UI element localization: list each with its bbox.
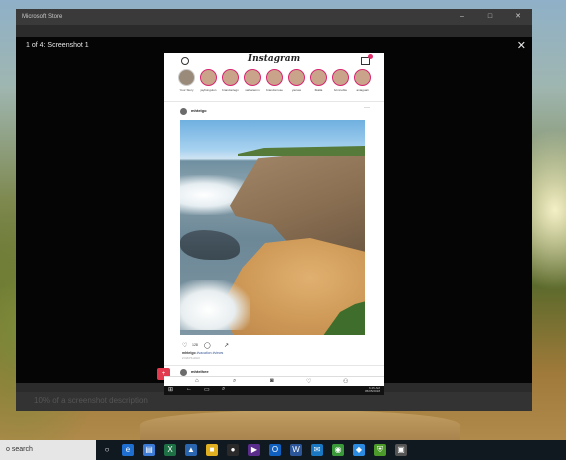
- app-title: Microsoft Store: [22, 14, 63, 20]
- dimmed-text: 10% of a screenshot description: [34, 396, 148, 405]
- story-name: fikalla: [314, 88, 323, 92]
- post-date: 2 DAYS AGO: [182, 356, 200, 360]
- stories-row: Your Story jayfsingulon brandonlegn saharam…: [177, 69, 377, 99]
- like-count: 128: [192, 343, 198, 347]
- store-icon[interactable]: ▤: [143, 444, 155, 456]
- search-placeholder: o search: [6, 446, 33, 453]
- search-icon: ⌕: [233, 378, 237, 384]
- heart-icon: ♡: [306, 379, 312, 385]
- photo-cliff-grass: [238, 146, 365, 156]
- comment-icon: ◯: [204, 343, 211, 349]
- home-icon: ⌂: [195, 378, 199, 384]
- share-icon: ↗: [224, 343, 230, 349]
- title-bar[interactable]: Microsoft Store – □ ✕: [16, 9, 532, 25]
- divider: [164, 101, 384, 102]
- maximize-button[interactable]: □: [476, 9, 504, 25]
- next-post-username: mhtelhee: [191, 369, 209, 374]
- story-item[interactable]: jayfsingulon: [199, 69, 218, 99]
- taskbar: o search ○ e ▤ X ▲ ■ ● ▶ O W ✉ ◉ ◆ ⛨ ▣: [0, 440, 566, 460]
- search-icon: ⌕: [222, 386, 226, 392]
- avatar: [180, 108, 187, 115]
- story-item[interactable]: Your Story: [177, 69, 196, 99]
- clock-date: 05/05/2018: [364, 389, 380, 394]
- post-actions: ♡ 128 ◯ ↗: [182, 342, 372, 350]
- avatar: [288, 69, 305, 86]
- close-window-button[interactable]: ✕: [504, 9, 532, 25]
- avatar: [310, 69, 327, 86]
- windows-icon: ⊞: [168, 387, 174, 393]
- avatar: [180, 369, 187, 376]
- story-item[interactable]: yaxxax: [287, 69, 306, 99]
- story-item[interactable]: brandonlegn: [221, 69, 240, 99]
- instagram-logo: Instagram: [247, 54, 301, 64]
- photo-wave: [180, 280, 250, 330]
- excel-icon[interactable]: X: [164, 444, 176, 456]
- story-item[interactable]: brandonrose: [265, 69, 284, 99]
- ig-header: Instagram: [164, 53, 384, 69]
- story-name: jayfsingulon: [200, 88, 217, 92]
- story-name: yaxxax: [291, 88, 302, 92]
- task-view-icon[interactable]: ○: [101, 444, 113, 456]
- avatar: [354, 69, 371, 86]
- more-icon: ···: [364, 105, 370, 111]
- phone-system-bar: ⊞ ← ▭ ⌕ 6:45 AM 05/05/2018: [164, 386, 384, 395]
- edge-icon[interactable]: e: [122, 444, 134, 456]
- heart-icon: ♡: [182, 343, 188, 349]
- photos-icon[interactable]: ▲: [185, 444, 197, 456]
- task-view-icon: ▭: [204, 387, 210, 393]
- story-name: saharamm: [245, 88, 260, 92]
- viewer-stage: Instagram Your Story jayfsingulon brandonl…: [16, 37, 532, 395]
- camera-icon: ◙: [270, 378, 274, 384]
- minimize-button[interactable]: –: [448, 9, 476, 25]
- story-name: aniaguali: [356, 88, 369, 92]
- window-controls: – □ ✕: [448, 9, 532, 25]
- avatar: [244, 69, 261, 86]
- mail-icon[interactable]: ✉: [311, 444, 323, 456]
- groove-icon[interactable]: ●: [227, 444, 239, 456]
- defender-icon[interactable]: ◆: [353, 444, 365, 456]
- post-header: mhtelgo ···: [180, 105, 370, 117]
- back-icon: ←: [186, 386, 192, 392]
- avatar: [200, 69, 217, 86]
- story-name: bcmnoble: [333, 88, 347, 92]
- photo-rocks: [180, 230, 240, 260]
- story-item[interactable]: saharamm: [243, 69, 262, 99]
- avatar: [266, 69, 283, 86]
- video-icon[interactable]: ▶: [248, 444, 260, 456]
- post-caption: mhtelgo #vacation #views: [182, 351, 223, 355]
- avatar: [222, 69, 239, 86]
- outlook-icon[interactable]: O: [269, 444, 281, 456]
- taskbar-search[interactable]: o search: [0, 440, 96, 460]
- divider: [164, 365, 384, 366]
- chrome-icon[interactable]: ◉: [332, 444, 344, 456]
- story-name: brandonrose: [266, 88, 283, 92]
- story-name: brandonlegn: [222, 88, 239, 92]
- wallpaper-path: [140, 410, 460, 440]
- avatar: [332, 69, 349, 86]
- story-item[interactable]: bcmnoble: [331, 69, 350, 99]
- story-item[interactable]: aniaguali: [353, 69, 372, 99]
- post-photo: [180, 120, 365, 335]
- profile-icon: ⚇: [343, 379, 349, 385]
- next-post-header: mhtelhee: [180, 369, 370, 376]
- word-icon[interactable]: W: [290, 444, 302, 456]
- caption-user: mhtelgo: [182, 351, 196, 355]
- post-username: mhtelgo: [191, 108, 207, 113]
- avatar: [178, 69, 195, 86]
- notification-badge: [368, 54, 373, 59]
- explorer-icon[interactable]: ■: [206, 444, 218, 456]
- app-screenshot: Instagram Your Story jayfsingulon brandonl…: [164, 53, 384, 376]
- shield-icon[interactable]: ⛨: [374, 444, 386, 456]
- shopping-bag-icon[interactable]: ▣: [395, 444, 407, 456]
- system-clock: 6:45 AM 05/05/2018: [364, 386, 380, 394]
- story-item[interactable]: fikalla: [309, 69, 328, 99]
- caption-tags: #vacation #views: [196, 351, 224, 355]
- story-name: Your Story: [179, 88, 194, 92]
